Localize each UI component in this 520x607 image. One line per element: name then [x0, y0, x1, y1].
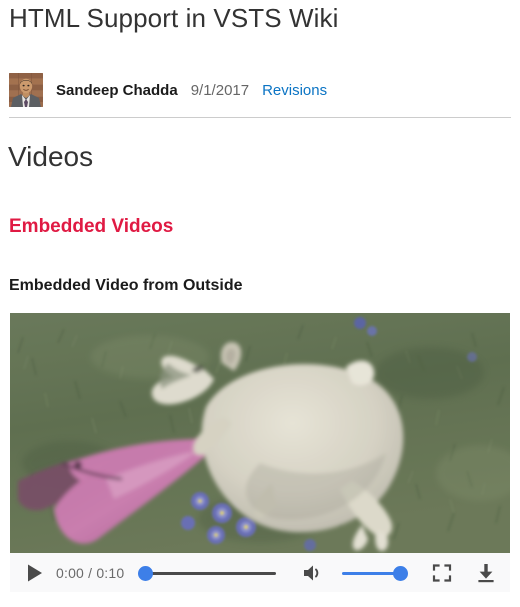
volume-thumb[interactable] — [393, 565, 408, 581]
user-photo-avatar-icon — [9, 73, 43, 107]
download-icon — [478, 563, 494, 582]
fullscreen-icon — [432, 563, 452, 582]
heading-embedded-videos: Embedded Videos — [9, 216, 174, 237]
volume-slider[interactable] — [342, 562, 408, 584]
heading-embedded-video-from-outside: Embedded Video from Outside — [9, 277, 243, 294]
volume-on-icon — [304, 565, 319, 580]
video-poster-image — [10, 313, 510, 553]
byline-date: 9/1/2017 — [190, 81, 250, 99]
seek-thumb[interactable] — [138, 565, 154, 581]
page-title: HTML Support in VSTS Wiki — [9, 3, 339, 33]
byline-author: Sandeep Chadda — [56, 81, 178, 99]
video-player[interactable]: 0:00 / 0:10 — [10, 313, 510, 592]
wiki-page: HTML Support in VSTS Wiki Sandeep Chadda… — [0, 0, 520, 607]
fullscreen-button[interactable] — [430, 561, 454, 585]
seek-track — [144, 571, 277, 575]
video-controls-bar: 0:00 / 0:10 — [10, 553, 510, 592]
byline: Sandeep Chadda 9/1/2017 Revisions — [9, 73, 327, 107]
revisions-link[interactable]: Revisions — [262, 82, 327, 99]
seek-slider[interactable] — [138, 562, 277, 584]
play-button[interactable] — [21, 560, 47, 586]
heading-videos: Videos — [8, 141, 94, 172]
time-display: 0:00 / 0:10 — [56, 564, 125, 581]
play-icon — [28, 564, 42, 581]
volume-button[interactable] — [300, 560, 326, 586]
avatar — [9, 73, 43, 107]
header-divider — [9, 117, 511, 118]
video-frame[interactable] — [10, 313, 510, 553]
download-button[interactable] — [474, 561, 498, 585]
